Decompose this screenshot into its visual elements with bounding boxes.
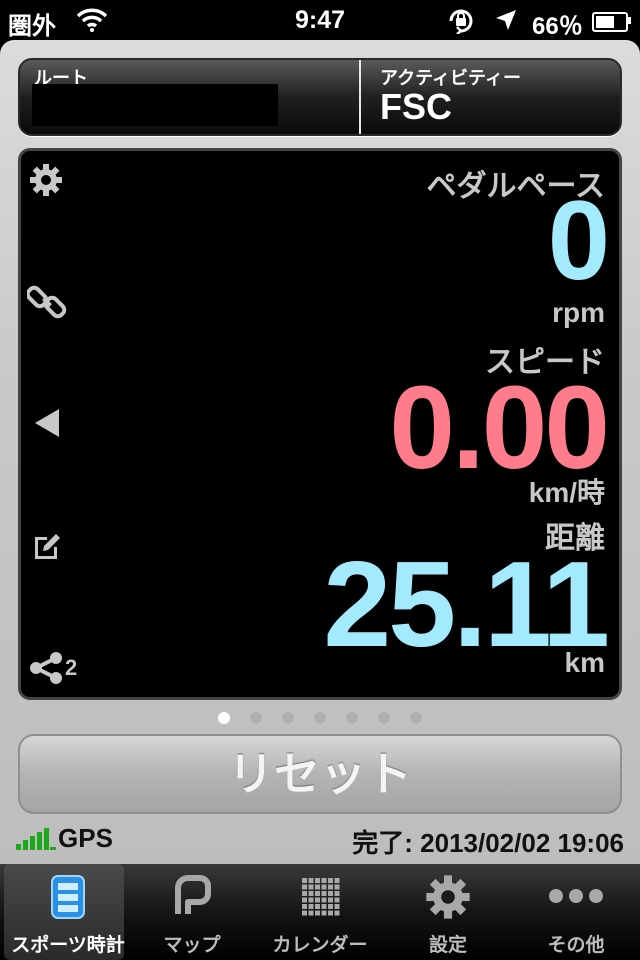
calendar-icon [256,874,384,924]
page-dot[interactable] [410,712,422,724]
share-icon[interactable] [29,651,63,690]
share-count: 2 [65,655,78,680]
tab-more[interactable]: その他 [512,864,640,960]
tab-label: マップ [163,935,221,956]
rotation-lock-icon [446,8,476,39]
chain-link-icon[interactable] [25,281,67,326]
page-dot[interactable] [218,712,230,724]
activity-value[interactable]: FSC [380,86,452,128]
route-value[interactable] [32,84,278,126]
map-icon [128,874,256,924]
tab-bar: スポーツ時計 マップ カレンダー 設定 その他 [0,864,640,960]
tab-label: その他 [547,935,605,956]
page-dot[interactable] [250,712,262,724]
page-dot[interactable] [346,712,358,724]
tab-settings[interactable]: 設定 [384,864,512,960]
route-activity-header: ルート アクティビティー FSC [18,58,622,136]
battery-icon [592,12,628,32]
page-dot[interactable] [282,712,294,724]
gps-signal-icon [16,828,56,855]
distance-unit: km [564,647,605,678]
tab-sports-watch[interactable]: スポーツ時計 [4,864,125,960]
cadence-value: 0 [547,178,610,303]
battery-tip [628,17,631,24]
completed-timestamp: 完了: 2013/02/02 19:06 [352,828,624,858]
sports-watch-panel: ルート アクティビティー FSC 2 ペダルペース 0 rpm スピード 0.0… [0,40,640,864]
cadence-unit: rpm [552,297,605,328]
gps-label: GPS [58,823,113,853]
speed-unit: km/時 [528,477,605,508]
header-divider [359,60,361,134]
edit-icon[interactable] [31,531,63,568]
battery-percent: 66％ [532,13,583,40]
tab-map[interactable]: マップ [128,864,256,960]
status-bar: 圏外 9:47 66％ [0,0,640,40]
tab-label: 設定 [428,935,467,956]
location-arrow-icon [494,8,518,37]
speed-value: 0.00 [389,362,610,494]
left-triangle-icon[interactable] [33,407,61,444]
page-dot[interactable] [314,712,326,724]
more-icon [512,874,640,924]
page-dot[interactable] [378,712,390,724]
metrics-display: 2 ペダルペース 0 rpm スピード 0.00 km/時 距離 25.11 k… [18,148,622,700]
tab-label: スポーツ時計 [11,935,125,956]
gear-icon [384,874,512,924]
gear-icon[interactable] [29,163,63,202]
tab-label: カレンダー [272,935,368,956]
tab-calendar[interactable]: カレンダー [256,864,384,960]
stopwatch-icon [4,874,132,924]
reset-button[interactable]: リセット [18,734,622,814]
page-indicator[interactable] [0,712,640,728]
